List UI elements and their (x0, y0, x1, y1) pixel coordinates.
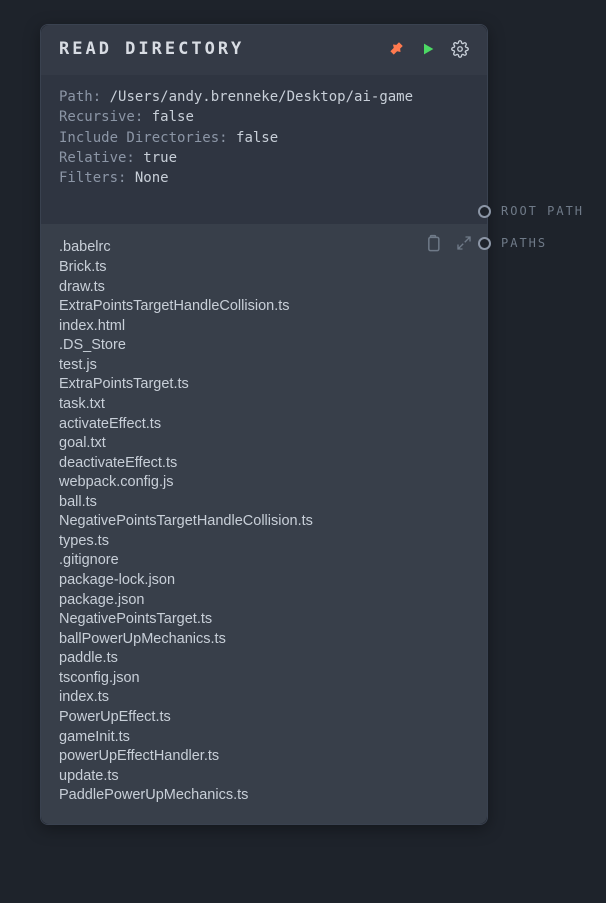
port-root-path[interactable]: ROOT PATH (478, 204, 584, 218)
list-item: deactivateEffect.ts (59, 454, 469, 474)
list-item: package-lock.json (59, 571, 469, 591)
gear-icon[interactable] (451, 40, 469, 58)
node-output: .babelrcBrick.tsdraw.tsExtraPointsTarget… (41, 224, 487, 823)
list-item: task.txt (59, 395, 469, 415)
node-header: READ DIRECTORY (41, 25, 487, 75)
pin-icon[interactable] (387, 40, 405, 58)
node-title: READ DIRECTORY (59, 39, 244, 59)
list-item: webpack.config.js (59, 473, 469, 493)
file-list: .babelrcBrick.tsdraw.tsExtraPointsTarget… (59, 238, 469, 805)
play-icon[interactable] (419, 40, 437, 58)
port-label: PATHS (501, 236, 547, 250)
output-actions (423, 234, 473, 252)
list-item: index.html (59, 317, 469, 337)
node-config: Path: /Users/andy.brenneke/Desktop/ai-ga… (41, 75, 487, 224)
expand-icon[interactable] (455, 234, 473, 252)
list-item: goal.txt (59, 434, 469, 454)
port-dot-icon[interactable] (478, 205, 491, 218)
config-path: Path: /Users/andy.brenneke/Desktop/ai-ga… (59, 87, 469, 107)
list-item: .gitignore (59, 551, 469, 571)
list-item: update.ts (59, 767, 469, 787)
list-item: Brick.ts (59, 258, 469, 278)
list-item: package.json (59, 591, 469, 611)
list-item: activateEffect.ts (59, 415, 469, 435)
list-item: test.js (59, 356, 469, 376)
port-label: ROOT PATH (501, 204, 584, 218)
config-filters: Filters: None (59, 168, 469, 188)
list-item: ball.ts (59, 493, 469, 513)
list-item: .DS_Store (59, 336, 469, 356)
list-item: index.ts (59, 688, 469, 708)
list-item: powerUpEffectHandler.ts (59, 747, 469, 767)
list-item: gameInit.ts (59, 728, 469, 748)
config-include-dirs: Include Directories: false (59, 128, 469, 148)
list-item: types.ts (59, 532, 469, 552)
config-relative: Relative: true (59, 148, 469, 168)
list-item: .babelrc (59, 238, 469, 258)
list-item: ExtraPointsTargetHandleCollision.ts (59, 297, 469, 317)
list-item: NegativePointsTarget.ts (59, 610, 469, 630)
list-item: PaddlePowerUpMechanics.ts (59, 786, 469, 806)
list-item: draw.ts (59, 278, 469, 298)
list-item: NegativePointsTargetHandleCollision.ts (59, 512, 469, 532)
list-item: ExtraPointsTarget.ts (59, 375, 469, 395)
header-actions (387, 40, 469, 58)
list-item: PowerUpEffect.ts (59, 708, 469, 728)
read-directory-node[interactable]: READ DIRECTORY Path: /Users/andy.brennek… (40, 24, 488, 825)
port-paths[interactable]: PATHS (478, 236, 584, 250)
config-recursive: Recursive: false (59, 107, 469, 127)
port-dot-icon[interactable] (478, 237, 491, 250)
list-item: paddle.ts (59, 649, 469, 669)
node-ports: ROOT PATH PATHS (478, 204, 584, 250)
list-item: tsconfig.json (59, 669, 469, 689)
clipboard-icon[interactable] (423, 234, 441, 252)
list-item: ballPowerUpMechanics.ts (59, 630, 469, 650)
